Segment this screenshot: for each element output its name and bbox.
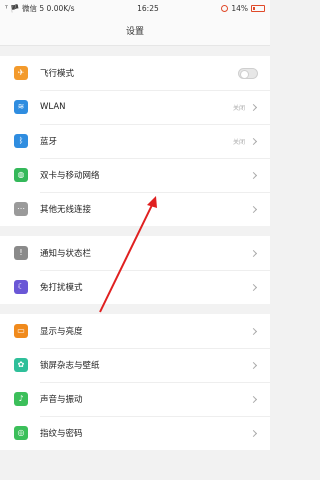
settings-group-display: ▭ 显示与亮度 ✿ 锁屏杂志与壁纸 ♪ 声音与振动 ◎ 指纹与密码 <box>0 314 270 450</box>
setting-label: 通知与状态栏 <box>40 249 92 259</box>
more-icon: ⋯ <box>14 202 28 216</box>
setting-lockscreen-wallpaper[interactable]: ✿ 锁屏杂志与壁纸 <box>0 348 270 382</box>
setting-label: 蓝牙 <box>40 137 58 147</box>
chevron-right-icon <box>249 429 258 437</box>
airplane-icon: ✈ <box>14 66 28 80</box>
battery-icon <box>250 4 265 12</box>
setting-do-not-disturb[interactable]: ☾ 免打扰模式 <box>0 270 270 304</box>
status-left-text: ᵀ 🏴 微信 5 0.00K/s <box>5 3 75 13</box>
status-time: 16:25 <box>137 3 159 13</box>
chevron-right-icon <box>249 137 258 145</box>
chevron-right-icon <box>249 361 258 369</box>
wallpaper-icon: ✿ <box>14 358 28 372</box>
setting-label: 锁屏杂志与壁纸 <box>40 361 100 371</box>
chevron-right-icon <box>249 205 258 213</box>
setting-label: 其他无线连接 <box>40 205 92 215</box>
moon-icon: ☾ <box>14 280 28 294</box>
display-icon: ▭ <box>14 324 28 338</box>
chevron-right-icon <box>249 103 258 111</box>
setting-label: 声音与振动 <box>40 395 83 405</box>
setting-bluetooth[interactable]: ᛒ 蓝牙 关闭 <box>0 124 270 158</box>
setting-sound-vibration[interactable]: ♪ 声音与振动 <box>0 382 270 416</box>
battery-percent: 14% <box>231 3 248 13</box>
bluetooth-icon: ᛒ <box>14 134 28 148</box>
setting-label: 指纹与密码 <box>40 429 83 439</box>
notification-icon: ! <box>14 246 28 260</box>
setting-label: WLAN <box>40 102 66 112</box>
chevron-right-icon <box>249 283 258 291</box>
setting-value: 关闭 <box>232 104 245 112</box>
setting-other-wireless[interactable]: ⋯ 其他无线连接 <box>0 192 270 226</box>
globe-icon: ◍ <box>14 168 28 182</box>
setting-label: 显示与亮度 <box>40 327 83 337</box>
setting-notifications[interactable]: ! 通知与状态栏 <box>0 236 270 270</box>
page-header: 设置 <box>0 16 270 46</box>
chevron-right-icon <box>249 395 258 403</box>
chevron-right-icon <box>249 249 258 257</box>
settings-group-notifications: ! 通知与状态栏 ☾ 免打扰模式 <box>0 236 270 304</box>
setting-display-brightness[interactable]: ▭ 显示与亮度 <box>0 314 270 348</box>
setting-label: 双卡与移动网络 <box>40 171 100 181</box>
alarm-icon <box>221 4 229 12</box>
setting-value: 关闭 <box>232 138 245 146</box>
fingerprint-icon: ◎ <box>14 426 28 440</box>
setting-fingerprint-password[interactable]: ◎ 指纹与密码 <box>0 416 270 450</box>
sound-icon: ♪ <box>14 392 28 406</box>
setting-airplane-mode[interactable]: ✈ 飞行模式 <box>0 56 270 90</box>
setting-dual-sim[interactable]: ◍ 双卡与移动网络 <box>0 158 270 192</box>
setting-wlan[interactable]: ≋ WLAN 关闭 <box>0 90 270 124</box>
page-title: 设置 <box>125 27 144 37</box>
chevron-right-icon <box>249 327 258 335</box>
wifi-icon: ≋ <box>14 100 28 114</box>
chevron-right-icon <box>249 171 258 179</box>
setting-label: 免打扰模式 <box>40 283 83 293</box>
setting-label: 飞行模式 <box>40 69 75 79</box>
airplane-mode-toggle[interactable] <box>238 67 258 79</box>
status-bar: ᵀ 🏴 微信 5 0.00K/s 16:25 14% <box>0 0 270 16</box>
settings-group-connectivity: ✈ 飞行模式 ≋ WLAN 关闭 ᛒ 蓝牙 关闭 ◍ 双卡与移动网络 ⋯ 其他无… <box>0 56 270 226</box>
